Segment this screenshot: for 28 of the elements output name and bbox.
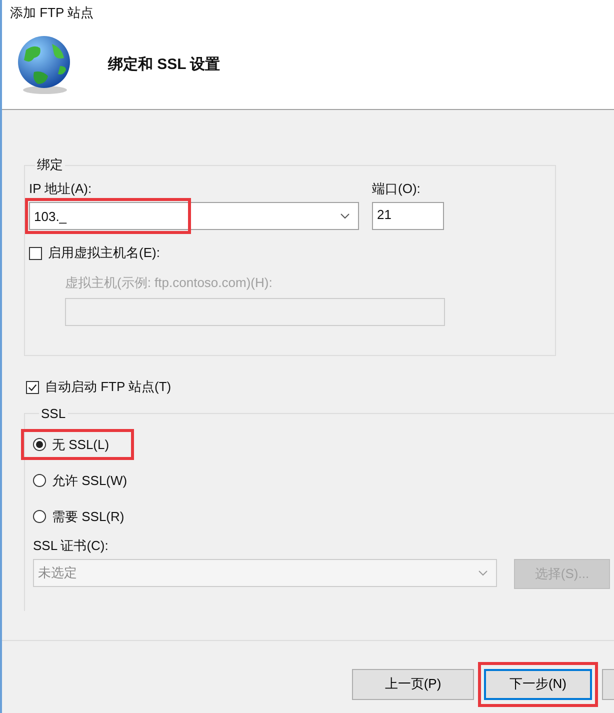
radio-option[interactable]: 需要 SSL(R) <box>21 501 150 532</box>
radio-option[interactable]: 无 SSL(L) <box>21 429 134 460</box>
port-label: 端口(O): <box>372 180 422 198</box>
ip-address-dropdown[interactable]: 103._ <box>29 202 359 230</box>
radio-label: 允许 SSL(W) <box>52 472 128 490</box>
radio-button[interactable] <box>33 474 46 487</box>
radio-button[interactable] <box>33 438 46 451</box>
ip-address-label: IP 地址(A): <box>29 180 93 198</box>
radio-button[interactable] <box>33 510 46 523</box>
checkbox-label: 自动启动 FTP 站点(T) <box>45 378 172 396</box>
radio-option[interactable]: 允许 SSL(W) <box>21 465 152 496</box>
radio-label: 无 SSL(L) <box>52 436 110 454</box>
checkbox-label: 启用虚拟主机名(E): <box>48 244 160 262</box>
chevron-down-icon <box>340 213 350 219</box>
group-title: SSL <box>40 406 67 421</box>
wizard-button[interactable]: 上一页(P) <box>352 668 474 700</box>
virtual-host-field[interactable] <box>65 298 445 326</box>
radio-label: 需要 SSL(R) <box>52 508 124 526</box>
group-title: 绑定 <box>36 156 64 174</box>
wizard-button[interactable]: 下一步(N) <box>484 668 592 700</box>
checkbox[interactable] <box>26 380 39 394</box>
chevron-down-icon <box>478 570 488 576</box>
checkbox[interactable] <box>29 246 42 260</box>
port-field[interactable]: 21 <box>372 202 444 230</box>
virtual-host-label: 虚拟主机(示例: ftp.contoso.com)(H): <box>65 274 274 292</box>
window-title: 添加 FTP 站点 <box>10 4 95 22</box>
certificate-label: SSL 证书(C): <box>33 537 110 555</box>
page-title: 绑定和 SSL 设置 <box>108 54 220 74</box>
